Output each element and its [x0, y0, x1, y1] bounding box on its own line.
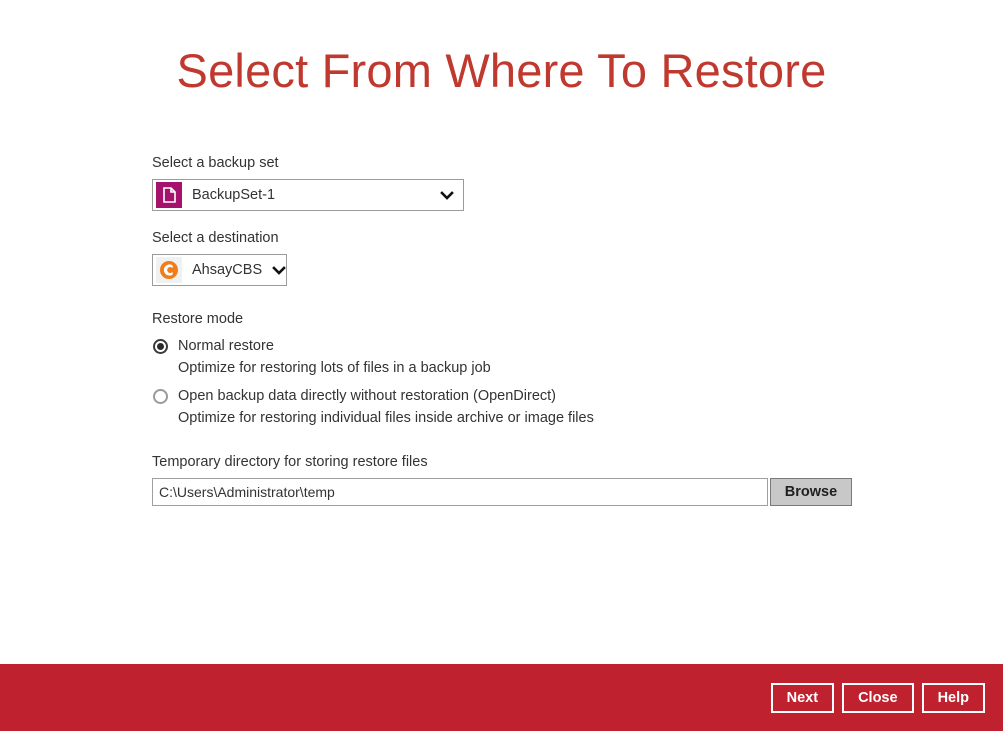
- temp-directory-label: Temporary directory for storing restore …: [152, 454, 428, 470]
- restore-form: Select a backup set BackupSet-1 Select a…: [152, 154, 972, 506]
- chevron-down-icon[interactable]: [440, 188, 454, 202]
- chevron-down-icon[interactable]: [272, 263, 286, 277]
- cbs-circle-icon: [156, 257, 182, 283]
- destination-label: Select a destination: [152, 230, 279, 246]
- destination-value: AhsayCBS: [192, 262, 263, 278]
- radio-description-opendirect: Optimize for restoring individual files …: [178, 410, 594, 426]
- document-icon: [156, 182, 182, 208]
- radio-indicator-opendirect[interactable]: [153, 388, 168, 404]
- radio-label-normal-restore[interactable]: Normal restore: [178, 338, 274, 354]
- radio-option-normal-restore[interactable]: Normal restore: [152, 335, 972, 357]
- temp-directory-input[interactable]: [152, 478, 768, 506]
- page-title: Select From Where To Restore: [176, 44, 827, 97]
- close-button[interactable]: Close: [842, 682, 914, 713]
- footer-bar: Next Close Help: [0, 664, 1003, 731]
- next-button[interactable]: Next: [770, 682, 835, 713]
- destination-dropdown[interactable]: AhsayCBS: [152, 254, 287, 286]
- help-button[interactable]: Help: [921, 682, 985, 713]
- temp-directory-row: Browse: [152, 478, 972, 506]
- restore-mode-radio-group: Normal restore Optimize for restoring lo…: [152, 329, 972, 429]
- radio-option-opendirect[interactable]: Open backup data directly without restor…: [152, 385, 972, 407]
- backup-set-label: Select a backup set: [152, 155, 279, 171]
- restore-mode-label: Restore mode: [152, 311, 244, 327]
- backup-set-value: BackupSet-1: [192, 187, 276, 203]
- radio-indicator-normal-restore[interactable]: [153, 338, 168, 354]
- browse-button[interactable]: Browse: [770, 478, 852, 506]
- radio-label-opendirect[interactable]: Open backup data directly without restor…: [178, 388, 556, 404]
- backup-set-dropdown[interactable]: BackupSet-1: [152, 179, 464, 211]
- radio-description-normal-restore: Optimize for restoring lots of files in …: [178, 360, 491, 376]
